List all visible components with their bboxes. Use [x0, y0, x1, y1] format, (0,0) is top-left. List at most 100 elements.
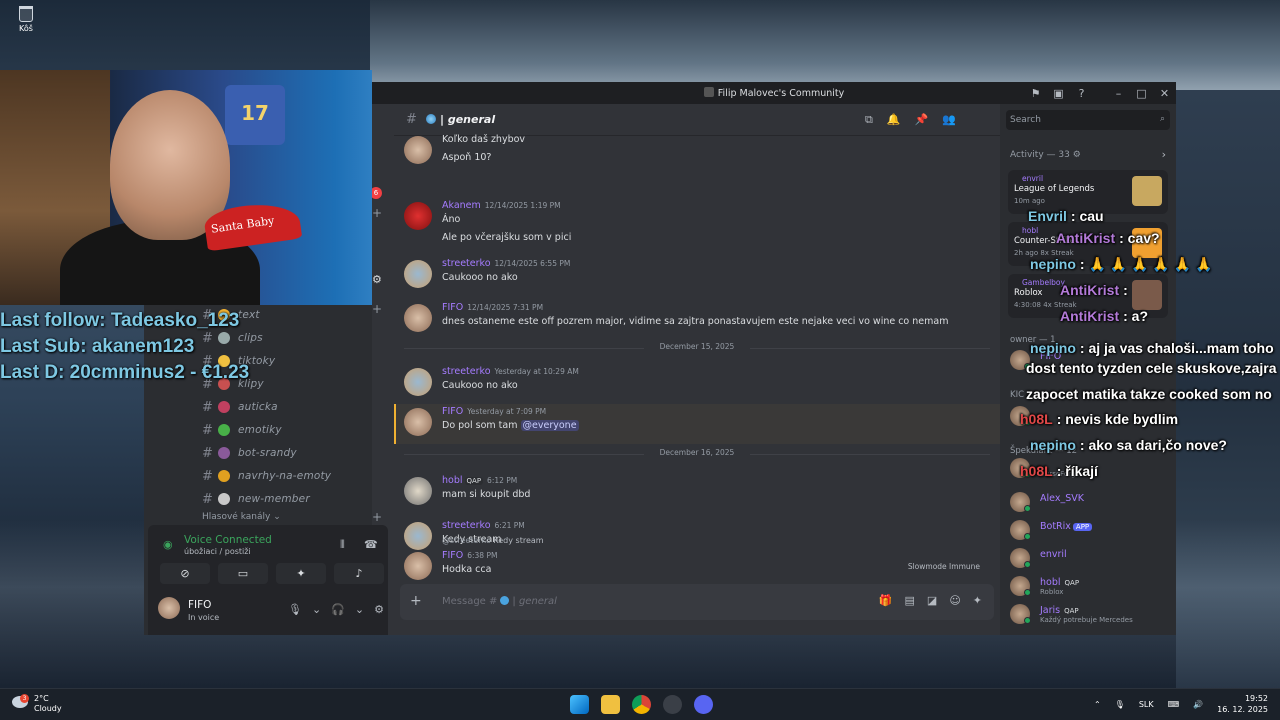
chrome-icon[interactable]: [632, 695, 651, 714]
member-item[interactable]: envril: [1010, 546, 1170, 568]
chat-area: # | general ⧉ 🔔 📌 👥 Koľko daš zhybov Aspo…: [394, 104, 1000, 635]
member-item[interactable]: Alex_SVK: [1010, 490, 1170, 512]
avatar[interactable]: [404, 368, 432, 396]
gift-icon[interactable]: 🎁: [879, 594, 893, 607]
inbox-icon[interactable]: ▣: [1047, 87, 1070, 100]
overlay-chat-user: AntiKrist: [1060, 282, 1120, 298]
channel-navrhy-na-emoty[interactable]: # navrhy-na-emoty: [202, 465, 331, 487]
activities-button[interactable]: ✦: [276, 563, 326, 584]
mic-icon[interactable]: 🎙: [1115, 700, 1125, 709]
message-author[interactable]: streeterko 12/14/2025 6:55 PM: [442, 258, 570, 269]
mute-icon[interactable]: 🎙: [288, 603, 302, 616]
avatar[interactable]: [404, 408, 432, 436]
screen-share-button[interactable]: ▭: [218, 563, 268, 584]
message-author[interactable]: streeterko 6:21 PM: [442, 520, 525, 531]
settings-gear-icon[interactable]: ⚙: [374, 603, 384, 616]
reply-preview[interactable]: @streeterko Kedy stream: [442, 536, 544, 545]
bell-icon[interactable]: 🔔: [887, 113, 901, 127]
soundboard-button[interactable]: ♪: [334, 563, 384, 584]
threads-icon[interactable]: ⧉: [865, 113, 873, 127]
add-channel-icon[interactable]: +: [372, 206, 382, 220]
member-item[interactable]: hobl QAP Roblox: [1010, 574, 1170, 596]
apps-icon[interactable]: ✦: [973, 594, 982, 607]
recycle-bin[interactable]: Kôš: [14, 6, 38, 33]
member-name-text: Jaris: [1040, 605, 1061, 616]
flag-icon[interactable]: ⚑: [1024, 87, 1047, 100]
weather-badge: 3: [20, 694, 29, 703]
avatar[interactable]: [404, 522, 432, 550]
sticker-icon[interactable]: ◪: [927, 594, 937, 607]
title-bar: Filip Malovec's Community ⚑ ▣ ? – □ ✕: [372, 82, 1176, 104]
noise-suppression-icon[interactable]: ⦀: [340, 538, 345, 552]
start-icon[interactable]: [570, 695, 589, 714]
message-author[interactable]: FIFO 12/14/2025 7:31 PM: [442, 302, 543, 313]
settings-gear-icon[interactable]: ⚙: [372, 273, 382, 286]
clock[interactable]: 19:52 16. 12. 2025: [1217, 693, 1268, 715]
message-author[interactable]: Akanem 12/14/2025 1:19 PM: [442, 200, 561, 211]
channel-auticka[interactable]: # auticka: [202, 396, 278, 418]
close-icon[interactable]: ✕: [1153, 87, 1176, 100]
channel-new-member[interactable]: # new-member: [202, 488, 310, 510]
channel-bot-srandy[interactable]: # bot-srandy: [202, 442, 297, 464]
voice-channel-name[interactable]: úbožiaci / postiži: [184, 547, 251, 556]
avatar[interactable]: [404, 136, 432, 164]
avatar[interactable]: [404, 477, 432, 505]
category-voice-channels[interactable]: Hlasové kanály ⌄: [202, 512, 281, 522]
chevron-right-icon[interactable]: ›: [1162, 148, 1166, 161]
recycle-bin-icon: [19, 6, 33, 22]
deafen-icon[interactable]: 🎧: [331, 603, 345, 616]
date-divider: December 15, 2025: [404, 342, 990, 354]
activity-user: envril: [1022, 174, 1044, 183]
obs-icon[interactable]: [663, 695, 682, 714]
disconnect-icon[interactable]: ☎: [364, 538, 378, 551]
message-input[interactable]: + Message # | general 🎁 ▤ ◪ ☺ ✦: [400, 584, 994, 620]
game-icon: [1132, 176, 1162, 206]
overlay-chat-user: AntiKrist: [1056, 230, 1116, 246]
gif-icon[interactable]: ▤: [905, 594, 915, 607]
message-timestamp: 12/14/2025 7:31 PM: [467, 303, 544, 312]
language-indicator[interactable]: SLK: [1139, 700, 1154, 709]
message-author[interactable]: FIFO Yesterday at 7:09 PM: [442, 406, 546, 417]
search-input[interactable]: Search ⌕: [1006, 110, 1170, 130]
camera-off-button[interactable]: ⊘: [160, 563, 210, 584]
activity-game: Roblox: [1014, 288, 1043, 298]
member-item[interactable]: Jaris QAP Každý potrebuje Mercedes: [1010, 602, 1170, 624]
channel-emotiky[interactable]: # emotiky: [202, 419, 282, 441]
network-icon[interactable]: ⌨: [1168, 700, 1180, 709]
member-name: Alex_SVK: [1040, 493, 1084, 504]
message-author[interactable]: streeterko Yesterday at 10:29 AM: [442, 366, 579, 377]
channel-emoji-icon: [218, 401, 230, 413]
attach-plus-icon[interactable]: +: [410, 593, 422, 609]
minimize-icon[interactable]: –: [1107, 87, 1130, 100]
discord-icon[interactable]: [694, 695, 713, 714]
signal-icon[interactable]: ◉: [163, 538, 173, 551]
avatar[interactable]: [404, 202, 432, 230]
overlay-chat-text: : cau: [1070, 208, 1104, 224]
search-icon: ⌕: [1159, 114, 1165, 124]
chevron-down-icon[interactable]: ⌄: [312, 603, 321, 616]
author-name: streeterko: [442, 258, 491, 269]
member-status: Roblox: [1040, 588, 1064, 596]
add-voice-channel-icon[interactable]: +: [372, 510, 382, 524]
chevron-up-icon[interactable]: ⌃: [1094, 700, 1101, 709]
maximize-icon[interactable]: □: [1130, 87, 1153, 100]
emoji-icon[interactable]: ☺: [949, 594, 960, 607]
chevron-down-icon[interactable]: ⌄: [355, 603, 364, 616]
message-author[interactable]: FIFO 6:38 PM: [442, 550, 497, 561]
avatar[interactable]: [158, 597, 180, 619]
channel-name: | general: [426, 113, 495, 126]
pin-icon[interactable]: 📌: [915, 113, 929, 127]
avatar[interactable]: [404, 260, 432, 288]
message-author[interactable]: hobl QAP 6:12 PM: [442, 475, 517, 486]
reply-user: @streeterko: [442, 536, 491, 545]
help-icon[interactable]: ?: [1070, 87, 1093, 100]
add-channel-icon[interactable]: +: [372, 302, 382, 316]
avatar[interactable]: [404, 304, 432, 332]
volume-icon[interactable]: 🔊: [1193, 700, 1203, 709]
mention-everyone[interactable]: @everyone: [520, 420, 579, 431]
member-item[interactable]: BotRix APP: [1010, 518, 1170, 540]
file-explorer-icon[interactable]: [601, 695, 620, 714]
members-icon[interactable]: 👥: [942, 113, 956, 127]
avatar[interactable]: [404, 552, 432, 580]
overlay-chat-user: Envril: [1028, 208, 1067, 224]
